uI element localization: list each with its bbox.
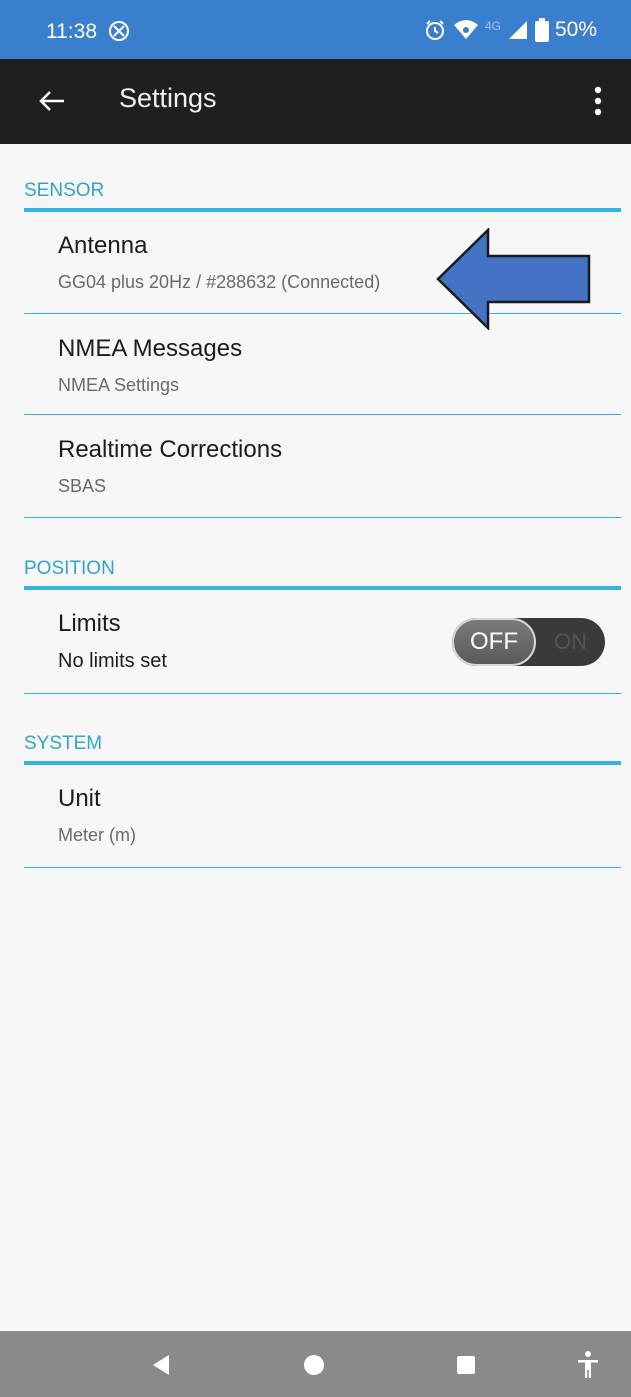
status-right-icons: 4G 50% (423, 17, 597, 43)
section-header-system: SYSTEM (24, 733, 621, 765)
nav-home-button[interactable] (294, 1345, 334, 1385)
pref-title-realtime: Realtime Corrections (58, 436, 283, 463)
pref-summary-realtime: SBAS (58, 476, 107, 496)
pref-item-unit[interactable]: Unit Meter (m) (24, 767, 621, 868)
pref-item-nmea-messages[interactable]: NMEA Messages NMEA Settings (24, 315, 621, 415)
signal-icon (507, 19, 529, 41)
back-button[interactable] (30, 79, 74, 123)
home-circle-icon (304, 1355, 324, 1375)
pref-item-realtime-corrections[interactable]: Realtime Corrections SBAS (24, 416, 621, 518)
pref-summary-limits: No limits set (58, 650, 167, 672)
pref-summary-unit: Meter (m) (58, 825, 136, 845)
limits-toggle[interactable]: OFF ON (452, 618, 605, 666)
battery-percentage: 50% (554, 18, 597, 41)
annotation-arrow-icon (436, 228, 591, 330)
do-not-disturb-icon (108, 20, 130, 42)
accessibility-icon (578, 1351, 598, 1378)
status-time: 11:38 (46, 20, 97, 43)
pref-title-unit: Unit (58, 785, 101, 812)
alarm-icon (423, 18, 447, 42)
nav-back-button[interactable] (141, 1345, 181, 1385)
network-type-label: 4G (484, 19, 501, 33)
nav-accessibility-button[interactable] (568, 1345, 608, 1385)
section-header-position: POSITION (24, 558, 621, 590)
pref-summary-antenna: GG04 plus 20Hz / #288632 (Connected) (58, 272, 381, 292)
pref-title-antenna: Antenna (58, 232, 148, 259)
settings-screen: 11:38 4G 50% Settings SENSOR Antenna GG0… (0, 0, 631, 1397)
arrow-back-icon (39, 91, 64, 111)
more-vert-icon (594, 86, 602, 116)
recents-square-icon (457, 1356, 475, 1374)
section-header-sensor: SENSOR (24, 180, 621, 212)
back-triangle-icon (153, 1355, 169, 1375)
page-title: Settings (119, 83, 217, 113)
system-nav-bar (0, 1331, 631, 1397)
toggle-off-knob: OFF (452, 618, 536, 666)
pref-title-limits: Limits (58, 610, 121, 637)
toggle-on-label: ON (554, 629, 587, 654)
more-options-button[interactable] (583, 79, 613, 123)
app-bar: Settings (0, 59, 631, 144)
status-bar: 11:38 4G 50% (0, 0, 631, 59)
battery-icon (534, 18, 549, 42)
pref-summary-nmea: NMEA Settings (58, 375, 180, 395)
pref-title-nmea: NMEA Messages (58, 335, 243, 362)
nav-recents-button[interactable] (446, 1345, 486, 1385)
wifi-icon (453, 19, 479, 41)
